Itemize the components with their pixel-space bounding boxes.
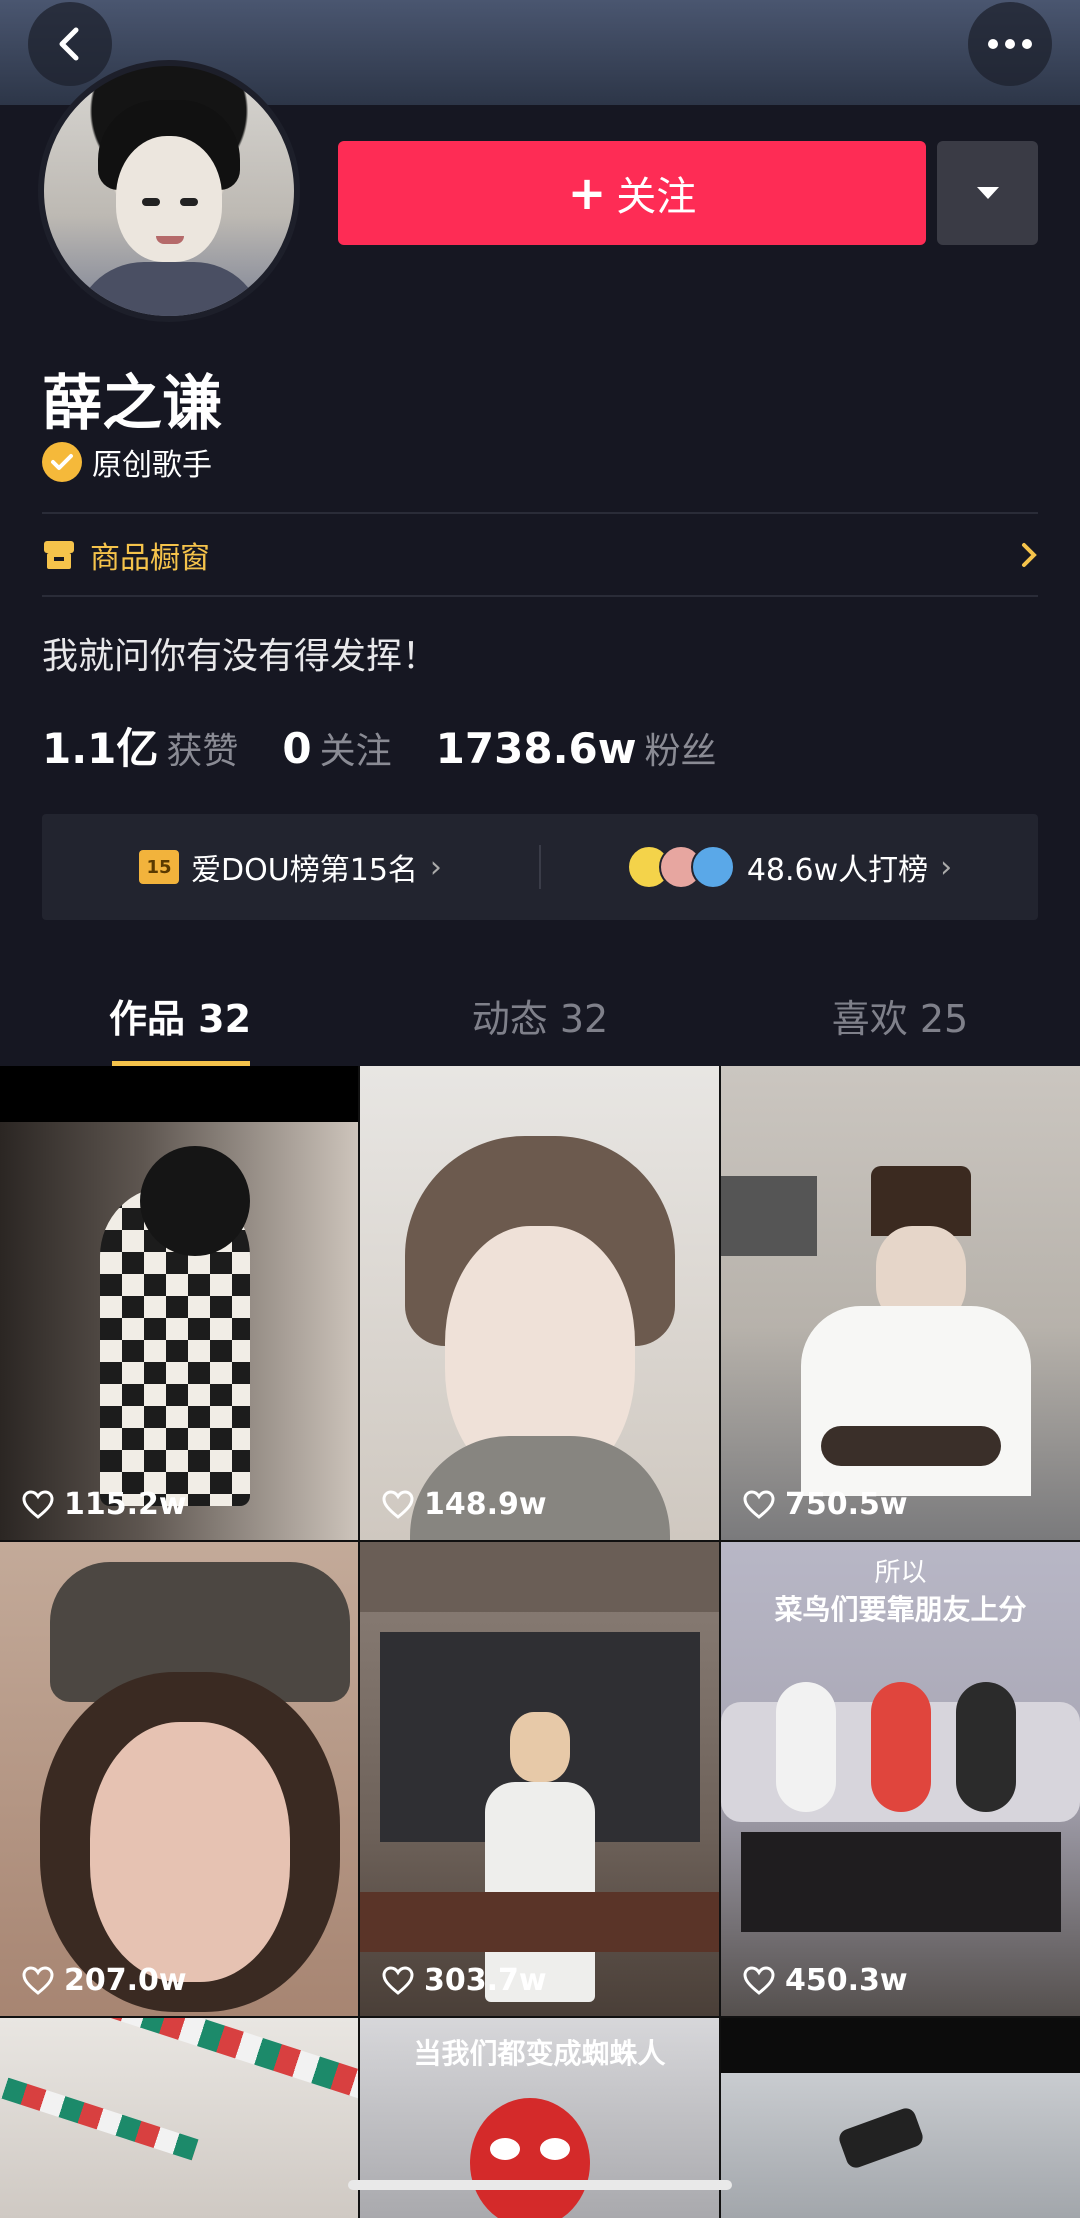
plus-icon: + bbox=[567, 166, 607, 220]
heart-icon bbox=[743, 1489, 775, 1519]
video-likes: 148.9w bbox=[382, 1487, 547, 1522]
more-dots-icon bbox=[988, 39, 1032, 49]
heart-icon bbox=[382, 1965, 414, 1995]
divider bbox=[42, 512, 1038, 514]
likes-label: 获赞 bbox=[166, 731, 239, 772]
caret-down-icon bbox=[976, 187, 999, 199]
video-thumbnail[interactable] bbox=[721, 2018, 1080, 2218]
chevron-right-icon: › bbox=[429, 849, 442, 885]
recommend-dropdown-button[interactable] bbox=[937, 141, 1038, 245]
rank-badge-icon: 15 bbox=[139, 850, 180, 884]
verified-label: 原创歌手 bbox=[92, 448, 212, 483]
video-likes-count: 115.2w bbox=[64, 1487, 187, 1522]
video-likes-count: 207.0w bbox=[64, 1963, 187, 1998]
tab-dynamics[interactable]: 动态 32 bbox=[360, 970, 720, 1066]
chevron-right-icon: › bbox=[940, 849, 953, 885]
follow-button-label: 关注 bbox=[616, 174, 697, 220]
video-thumbnail[interactable]: 303.7w bbox=[360, 1542, 719, 2016]
video-caption: 当我们都变成蜘蛛人 bbox=[413, 2037, 666, 2070]
back-button[interactable] bbox=[28, 2, 112, 86]
likes-count[interactable]: 1.1亿 bbox=[42, 715, 158, 776]
fans-count[interactable]: 1738.6w bbox=[436, 724, 637, 773]
ranking-bar: 15 爱DOU榜第15名 › 48.6w人打榜 › bbox=[42, 814, 1038, 920]
heart-icon bbox=[22, 1489, 54, 1519]
video-thumbnail[interactable]: 750.5w bbox=[721, 1066, 1080, 1540]
video-thumbnail[interactable]: 148.9w bbox=[360, 1066, 719, 1540]
profile-stats: 1.1亿 获赞 0 关注 1738.6w 粉丝 bbox=[42, 715, 761, 776]
follow-button[interactable]: + 关注 bbox=[338, 141, 926, 245]
heart-icon bbox=[743, 1965, 775, 1995]
shop-window-label: 商品橱窗 bbox=[90, 541, 210, 576]
fans-label: 粉丝 bbox=[644, 731, 717, 772]
bio-text: 我就问你有没有得发挥！ bbox=[42, 636, 439, 677]
supporters-text: 48.6w人打榜 bbox=[746, 853, 929, 888]
video-likes-count: 750.5w bbox=[785, 1487, 908, 1522]
rank-text: 爱DOU榜第15名 bbox=[191, 853, 418, 888]
tab-likes[interactable]: 喜欢 25 bbox=[720, 970, 1080, 1066]
video-likes: 303.7w bbox=[382, 1963, 547, 1998]
following-label: 关注 bbox=[319, 731, 392, 772]
verified-badge: 原创歌手 bbox=[42, 440, 212, 484]
verified-check-icon bbox=[42, 442, 82, 482]
video-likes: 115.2w bbox=[22, 1487, 187, 1522]
profile-name: 薛之谦 bbox=[42, 369, 222, 439]
video-likes-count: 148.9w bbox=[424, 1487, 547, 1522]
chevron-right-icon bbox=[1022, 543, 1037, 567]
shop-icon bbox=[44, 541, 74, 569]
video-caption: 菜鸟们要靠朋友上分 bbox=[774, 1593, 1027, 1626]
home-indicator[interactable] bbox=[348, 2180, 732, 2190]
more-options-button[interactable] bbox=[968, 2, 1052, 86]
supporter-avatar-icon bbox=[690, 845, 735, 889]
heart-icon bbox=[22, 1965, 54, 1995]
video-likes: 207.0w bbox=[22, 1963, 187, 1998]
chevron-left-icon bbox=[59, 27, 79, 61]
video-thumbnail[interactable]: 207.0w bbox=[0, 1542, 358, 2016]
content-tabs: 作品 32 动态 32 喜欢 25 bbox=[0, 970, 1080, 1066]
video-thumbnail[interactable]: 115.2w bbox=[0, 1066, 358, 1540]
supporters-link[interactable]: 48.6w人打榜 › bbox=[541, 845, 1038, 889]
shop-window-row[interactable]: 商品橱窗 bbox=[42, 515, 1038, 595]
tab-works[interactable]: 作品 32 bbox=[0, 970, 360, 1066]
supporter-avatars bbox=[626, 845, 735, 889]
divider bbox=[42, 595, 1038, 597]
video-grid: 115.2w 148.9w 750.5w 207.0w 303.7w 所以 菜鸟… bbox=[0, 1066, 1080, 2218]
video-likes: 450.3w bbox=[743, 1963, 908, 1998]
video-thumbnail[interactable]: 所以 菜鸟们要靠朋友上分 450.3w bbox=[721, 1542, 1080, 2016]
idol-rank-link[interactable]: 15 爱DOU榜第15名 › bbox=[42, 845, 539, 889]
video-caption-top: 所以 bbox=[874, 1558, 927, 1588]
video-likes: 750.5w bbox=[743, 1487, 908, 1522]
avatar[interactable] bbox=[38, 60, 300, 322]
heart-icon bbox=[382, 1489, 414, 1519]
following-count[interactable]: 0 bbox=[282, 724, 311, 773]
video-likes-count: 303.7w bbox=[424, 1963, 547, 1998]
video-thumbnail[interactable] bbox=[0, 2018, 358, 2218]
video-likes-count: 450.3w bbox=[785, 1963, 908, 1998]
